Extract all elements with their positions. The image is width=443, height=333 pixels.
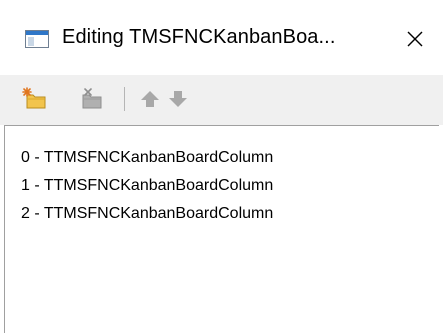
- list-item[interactable]: 2 - TTMSFNCKanbanBoardColumn: [21, 204, 273, 224]
- application-window-icon: [25, 30, 49, 48]
- list-item[interactable]: 1 - TTMSFNCKanbanBoardColumn: [21, 176, 273, 196]
- arrow-up-icon: [141, 91, 159, 107]
- new-item-sparkle-icon: [22, 87, 46, 109]
- arrow-down-icon: [169, 91, 187, 107]
- move-down-button[interactable]: [164, 85, 192, 113]
- list-item[interactable]: 0 - TTMSFNCKanbanBoardColumn: [21, 148, 273, 168]
- collection-list[interactable]: 0 - TTMSFNCKanbanBoardColumn 1 - TTMSFNC…: [4, 125, 439, 333]
- title-bar[interactable]: Editing TMSFNCKanbanBoa...: [0, 0, 443, 75]
- toolbar-separator: [124, 87, 125, 111]
- toolbar: [0, 75, 443, 125]
- delete-item-icon: [82, 88, 102, 109]
- collection-editor-window: Editing TMSFNCKanbanBoa... 0 - TTMSFNCKa…: [0, 0, 443, 333]
- window-title: Editing TMSFNCKanbanBoa...: [62, 26, 336, 48]
- delete-item-button[interactable]: [78, 85, 106, 113]
- move-up-button[interactable]: [136, 85, 164, 113]
- add-new-item-button[interactable]: [20, 85, 48, 113]
- close-icon[interactable]: [398, 22, 432, 56]
